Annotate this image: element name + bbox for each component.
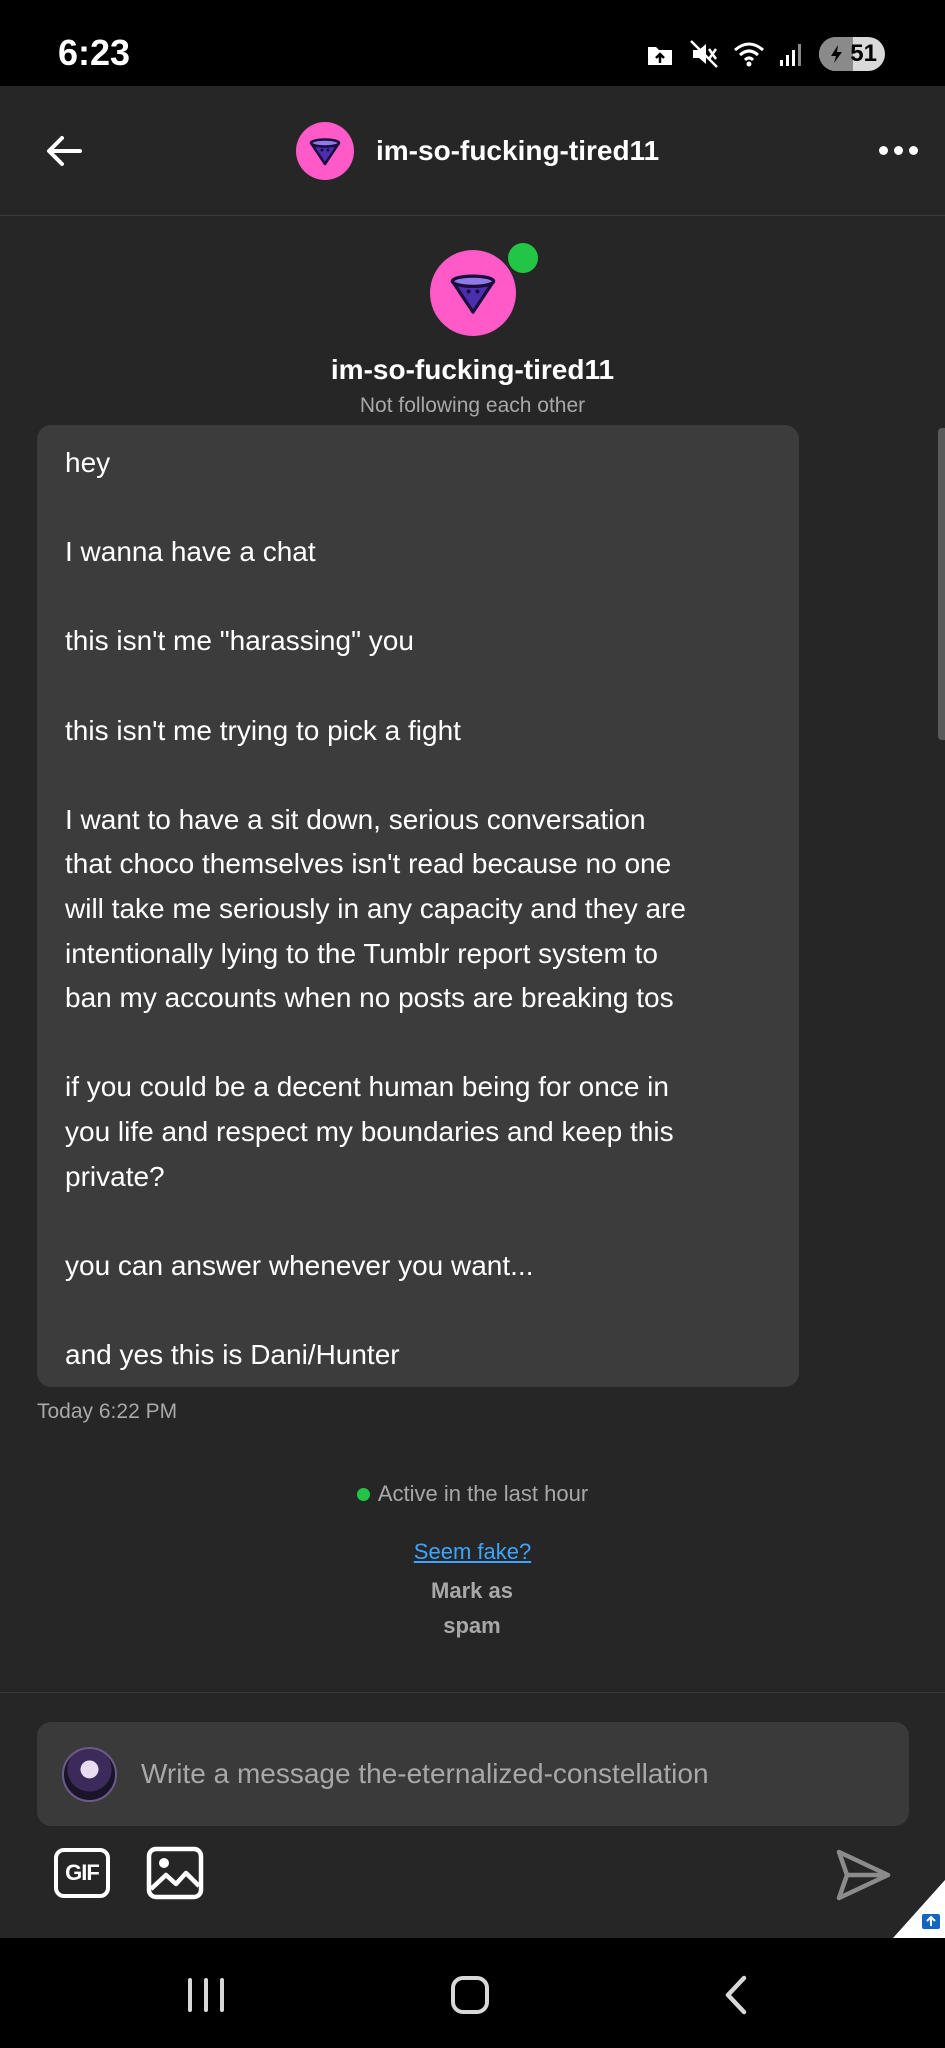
- status-icons: 51: [645, 34, 885, 74]
- back-button[interactable]: [40, 126, 90, 176]
- message-line: [65, 1021, 771, 1066]
- recents-button[interactable]: [188, 1978, 224, 2012]
- scrollbar[interactable]: [938, 428, 945, 740]
- my-avatar: [62, 1746, 117, 1802]
- header-username[interactable]: im-so-fucking-tired11: [376, 135, 659, 167]
- message-line: that choco themselves isn't read because…: [65, 848, 672, 880]
- upload-icon: [648, 47, 672, 65]
- cone-icon: [450, 274, 495, 314]
- profile-summary: im-so-fucking-tired11 Not following each…: [0, 243, 945, 418]
- message-line: and yes this is Dani/Hunter: [65, 1338, 400, 1370]
- message-line: will take me seriously in any capacity a…: [65, 892, 686, 924]
- message-line: [65, 664, 771, 709]
- nav-back-button[interactable]: [718, 1974, 754, 2016]
- message-line: this isn't me "harassing" you: [65, 625, 414, 657]
- battery-level: 51: [850, 40, 877, 67]
- message-line: [65, 575, 771, 620]
- message-line: [65, 1199, 771, 1244]
- mark-as-label: Mark as: [431, 1578, 513, 1603]
- message-line: I want to have a sit down, serious conve…: [65, 803, 646, 835]
- mark-as-spam-button[interactable]: Mark as spam: [372, 1573, 572, 1643]
- more-horizontal-icon: [878, 145, 888, 155]
- spam-label: spam: [443, 1613, 501, 1638]
- status-bar: 6:23 51: [0, 0, 945, 86]
- chevron-left-icon: [725, 1975, 747, 2015]
- message-line: ban my accounts when no posts are breaki…: [65, 982, 674, 1014]
- activity-status-text: Active in the last hour: [377, 1481, 589, 1506]
- send-button[interactable]: [834, 1846, 892, 1904]
- image-icon: [146, 1846, 204, 1900]
- activity-status: Active in the last hour: [0, 1481, 945, 1507]
- image-button[interactable]: [146, 1846, 204, 1900]
- composer-divider: [0, 1692, 945, 1693]
- wifi-icon: [734, 42, 764, 67]
- message-line: I wanna have a chat: [65, 536, 316, 568]
- message-line: [65, 753, 771, 798]
- signal-icon: [780, 44, 801, 66]
- message-line: hey: [65, 447, 111, 478]
- online-status-dot: [507, 243, 538, 273]
- message-bubble[interactable]: hey I wanna have a chat this isn't me "h…: [37, 425, 799, 1387]
- seem-fake-link[interactable]: Seem fake?: [0, 1539, 945, 1565]
- conversation-header: im-so-fucking-tired11: [0, 86, 945, 216]
- message-line: [65, 1288, 771, 1333]
- active-dot: [356, 1487, 370, 1501]
- message-line: if you could be a decent human being for…: [65, 1071, 669, 1103]
- message-line: you life and respect my boundaries and k…: [65, 1115, 674, 1147]
- cone-icon: [309, 138, 341, 166]
- battery-icon: 51: [819, 37, 885, 71]
- message-line: this isn't me trying to pick a fight: [65, 714, 461, 746]
- message-line: intentionally lying to the Tumblr report…: [65, 937, 658, 969]
- more-options-button[interactable]: [873, 130, 923, 170]
- message-composer[interactable]: [37, 1722, 909, 1826]
- message-line: private?: [65, 1160, 165, 1192]
- message-line: [65, 486, 771, 531]
- avatar[interactable]: [296, 122, 354, 180]
- profile-username[interactable]: im-so-fucking-tired11: [0, 354, 945, 386]
- upload-badge[interactable]: [893, 1880, 945, 1938]
- home-button[interactable]: [451, 1976, 489, 2014]
- header-user[interactable]: im-so-fucking-tired11: [296, 122, 659, 180]
- arrow-left-icon: [47, 136, 82, 166]
- message-line: you can answer whenever you want...: [65, 1249, 534, 1281]
- upload-icon: [893, 1880, 945, 1938]
- profile-avatar[interactable]: [429, 250, 516, 336]
- message-timestamp: Today 6:22 PM: [37, 1400, 178, 1423]
- message-input[interactable]: [141, 1758, 881, 1790]
- system-nav-bar: [0, 1938, 945, 2048]
- gif-button[interactable]: GIF: [54, 1848, 110, 1898]
- mute-icon: [690, 40, 718, 68]
- relationship-status: Not following each other: [359, 394, 586, 417]
- status-time: 6:23: [58, 32, 131, 73]
- send-icon: [836, 1849, 891, 1901]
